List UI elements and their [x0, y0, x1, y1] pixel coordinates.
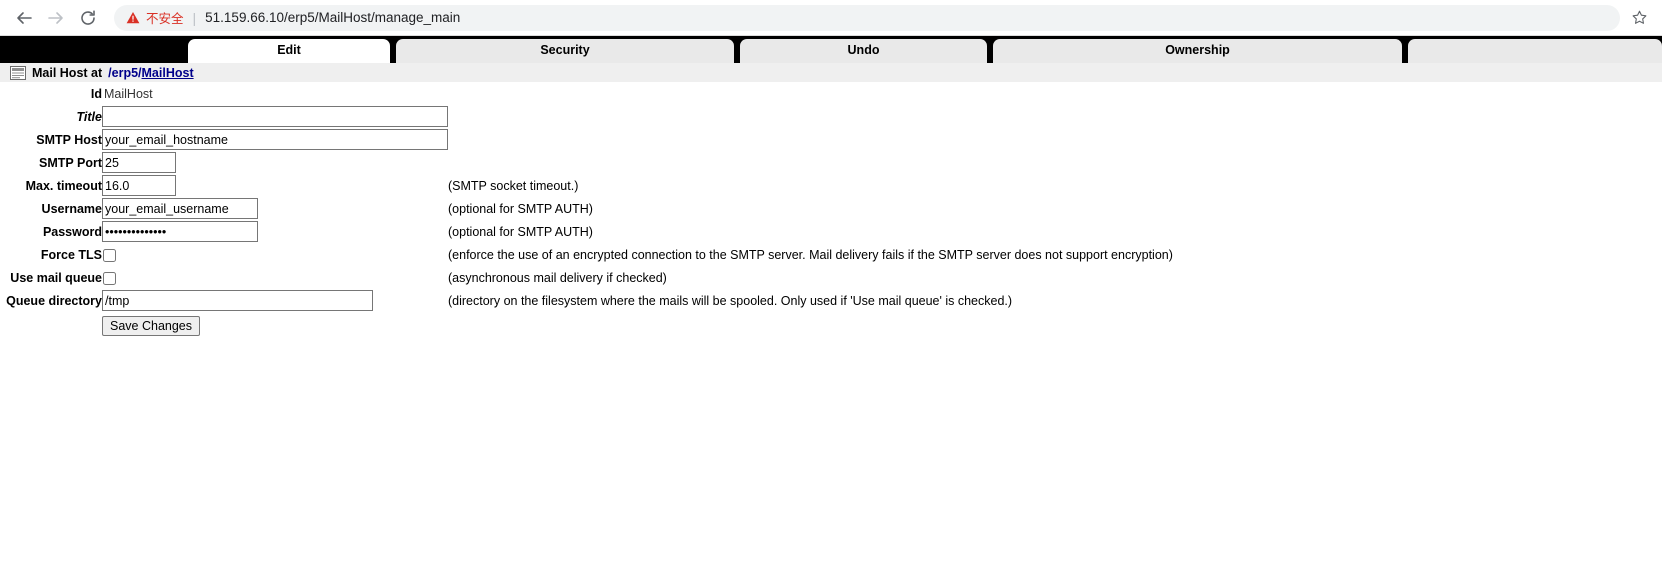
reload-button[interactable]: [74, 4, 102, 32]
field-force-tls: [102, 243, 448, 266]
tab-interfaces[interactable]: [1408, 39, 1662, 63]
form-row-smtp-host: SMTP Host: [0, 128, 1173, 151]
object-path-link[interactable]: MailHost: [142, 66, 194, 80]
field-username: [102, 197, 448, 220]
address-bar[interactable]: 不安全 | 51.159.66.10/erp5/MailHost/manage_…: [114, 4, 1620, 31]
help-password: (optional for SMTP AUTH): [448, 224, 593, 239]
help-id: [448, 82, 1173, 105]
label-title: Title: [76, 109, 102, 124]
form-row-smtp-port: SMTP Port: [0, 151, 1173, 174]
max-timeout-input[interactable]: [102, 175, 176, 196]
force-tls-checkbox[interactable]: [103, 248, 116, 262]
username-input[interactable]: [102, 198, 258, 219]
label-force-tls: Force TLS: [40, 247, 102, 262]
field-smtp-host: [102, 128, 448, 151]
management-tab-strip: Edit Security Undo Ownership: [0, 36, 1662, 63]
document-icon: [10, 65, 32, 80]
help-max-timeout: (SMTP socket timeout.): [448, 178, 579, 193]
smtp-port-input[interactable]: [102, 152, 176, 173]
object-header: Mail Host at /erp5/MailHost: [0, 63, 1662, 82]
help-title: [448, 105, 1173, 128]
form-row-id: Id MailHost: [0, 82, 1173, 105]
field-use-mail-queue: [102, 266, 448, 289]
help-smtp-host: [448, 128, 1173, 151]
form-row-username: Username (optional for SMTP AUTH): [0, 197, 1173, 220]
tab-undo[interactable]: Undo: [740, 39, 987, 63]
queue-directory-input[interactable]: [102, 290, 373, 311]
label-id: Id: [90, 86, 102, 101]
tab-ownership[interactable]: Ownership: [993, 39, 1402, 63]
label-max-timeout: Max. timeout: [25, 178, 102, 193]
forward-button[interactable]: [42, 4, 70, 32]
help-force-tls: (enforce the use of an encrypted connect…: [448, 247, 1173, 262]
field-max-timeout: [102, 174, 448, 197]
use-mail-queue-checkbox[interactable]: [103, 271, 116, 285]
field-id: MailHost: [102, 82, 448, 105]
form-row-password: Password (optional for SMTP AUTH): [0, 220, 1173, 243]
page-content: Mail Host at /erp5/MailHost Id MailHost …: [0, 63, 1662, 336]
save-changes-button[interactable]: Save Changes: [102, 316, 201, 336]
back-button[interactable]: [10, 4, 38, 32]
value-id: MailHost: [104, 86, 153, 101]
not-secure-label: 不安全: [146, 11, 184, 26]
label-smtp-host: SMTP Host: [36, 132, 102, 147]
field-title: [102, 105, 448, 128]
field-password: [102, 220, 448, 243]
field-queue-directory: [102, 289, 448, 312]
title-input[interactable]: [102, 106, 448, 127]
help-queue-directory: (directory on the filesystem where the m…: [448, 293, 1013, 308]
label-password: Password: [42, 224, 102, 239]
label-smtp-port: SMTP Port: [39, 155, 102, 170]
form-row-actions: Save Changes: [0, 312, 1173, 336]
label-username: Username: [41, 201, 102, 216]
browser-toolbar: 不安全 | 51.159.66.10/erp5/MailHost/manage_…: [0, 0, 1662, 36]
bookmark-star-icon[interactable]: [1626, 5, 1652, 31]
form-row-queue-directory: Queue directory (directory on the filesy…: [0, 289, 1173, 312]
label-queue-directory: Queue directory: [6, 293, 102, 308]
label-use-mail-queue: Use mail queue: [10, 270, 102, 285]
url-text: 51.159.66.10/erp5/MailHost/manage_main: [205, 10, 461, 25]
omnibox-separator: |: [192, 9, 197, 26]
mailhost-properties-form: Id MailHost Title SMTP Host your_email_h…: [0, 82, 1173, 336]
not-secure-warning-icon: [126, 11, 140, 25]
help-actions: [448, 312, 1173, 336]
field-actions: Save Changes: [102, 312, 448, 336]
object-path-prefix: /erp5/: [108, 65, 142, 80]
form-row-use-mail-queue: Use mail queue (asynchronous mail delive…: [0, 266, 1173, 289]
password-input[interactable]: [102, 221, 258, 242]
form-row-max-timeout: Max. timeout (SMTP socket timeout.): [0, 174, 1173, 197]
help-username: (optional for SMTP AUTH): [448, 201, 593, 216]
tab-edit[interactable]: Edit: [188, 39, 390, 63]
tab-security[interactable]: Security: [396, 39, 734, 63]
form-row-force-tls: Force TLS (enforce the use of an encrypt…: [0, 243, 1173, 266]
help-use-mail-queue: (asynchronous mail delivery if checked): [448, 270, 667, 285]
help-smtp-port: [448, 151, 1173, 174]
object-header-title: Mail Host at: [32, 65, 103, 80]
form-row-title: Title: [0, 105, 1173, 128]
label-actions-spacer: [0, 312, 102, 336]
smtp-host-input[interactable]: [102, 129, 448, 150]
field-smtp-port: [102, 151, 448, 174]
